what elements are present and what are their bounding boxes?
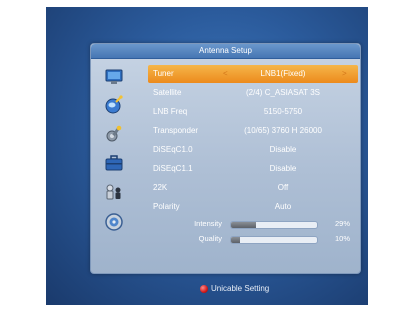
setting-label: Polarity [153, 202, 180, 211]
chess-pieces-icon[interactable] [98, 181, 130, 203]
intensity-percent: 29% [334, 219, 350, 228]
setting-value: (2/4) C_ASIASAT 3S [246, 88, 320, 97]
dialog-title: Antenna Setup [91, 44, 360, 59]
setting-row-satellite[interactable]: Satellite (2/4) C_ASIASAT 3S [148, 84, 358, 102]
setting-value: Disable [269, 164, 297, 173]
setting-row-diseqc10[interactable]: DiSEqC1.0 Disable [148, 141, 358, 159]
intensity-bar [230, 221, 318, 229]
setting-label: LNB Freq [153, 107, 188, 116]
setting-value: Disable [269, 145, 297, 154]
satellite-dish-icon[interactable] [98, 94, 130, 116]
signal-quality-meter: Quality 10% [148, 232, 358, 246]
briefcase-icon[interactable] [98, 152, 130, 174]
hint-label: Unicable Setting [211, 284, 270, 293]
setting-row-tuner[interactable]: Tuner < LNB1(Fixed) > [148, 65, 358, 83]
setting-label: DiSEqC1.0 [153, 145, 193, 154]
tools-icon[interactable] [98, 123, 130, 145]
quality-bar-fill [231, 237, 240, 243]
intensity-bar-fill [231, 222, 256, 228]
setting-value: (10/65) 3760 H 26000 [244, 126, 322, 135]
setting-row-lnb-freq[interactable]: LNB Freq 5150-5750 [148, 103, 358, 121]
quality-percent: 10% [334, 234, 350, 243]
antenna-setup-dialog: Antenna Setup Tuner < LNB1(Fixed) > Sate… [90, 43, 361, 274]
setting-value: Auto [274, 202, 292, 211]
setting-value: 5150-5750 [263, 107, 303, 116]
setting-label: 22K [153, 183, 168, 192]
signal-intensity-meter: Intensity 29% [148, 217, 358, 231]
quality-label: Quality [198, 234, 222, 243]
right-arrow-icon[interactable]: > [342, 65, 347, 83]
tv-icon[interactable] [98, 66, 130, 88]
disc-icon[interactable] [98, 211, 130, 233]
setting-value: LNB1(Fixed) [260, 69, 306, 78]
intensity-label: Intensity [194, 219, 222, 228]
setting-row-transponder[interactable]: Transponder (10/65) 3760 H 26000 [148, 122, 358, 140]
setting-value: Off [277, 183, 289, 192]
setting-row-polarity[interactable]: Polarity Auto [148, 198, 358, 216]
setting-row-22k[interactable]: 22K Off [148, 179, 358, 197]
setting-row-diseqc11[interactable]: DiSEqC1.1 Disable [148, 160, 358, 178]
setting-label: Transponder [153, 126, 199, 135]
setting-label: DiSEqC1.1 [153, 164, 193, 173]
unicable-setting-hint[interactable]: Unicable Setting [200, 284, 269, 293]
setting-label: Satellite [153, 88, 182, 97]
red-button-icon [200, 284, 208, 293]
quality-bar [230, 236, 318, 244]
setting-label: Tuner [153, 69, 174, 78]
